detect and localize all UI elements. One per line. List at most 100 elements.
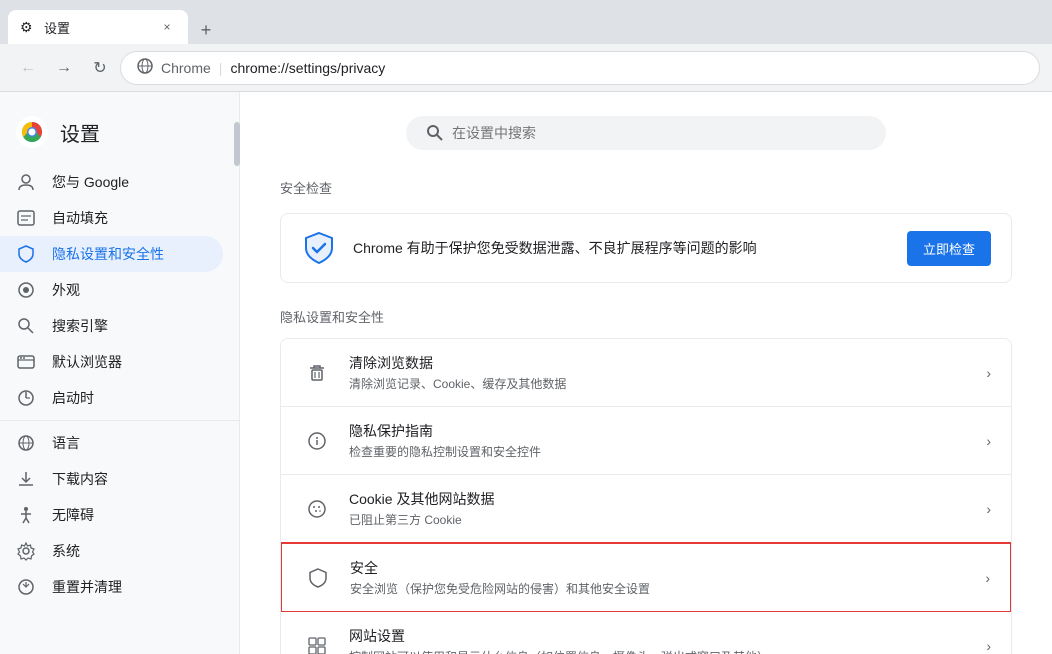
clear-browsing-sub: 清除浏览记录、Cookie、缓存及其他数据	[349, 375, 970, 392]
address-bar-icon	[137, 58, 153, 77]
security-content: 安全 安全浏览（保护您免受危险网站的侵害）和其他安全设置	[350, 558, 969, 597]
arrow-icon-1: ›	[986, 433, 991, 449]
startup-icon	[16, 388, 36, 408]
tab-title: 设置	[44, 18, 150, 37]
sidebar: 设置 您与 Google 自动填充 隐私设置和安全性 外观	[0, 92, 240, 654]
new-tab-button[interactable]: +	[192, 16, 220, 44]
site-settings-icon	[301, 630, 333, 654]
privacy-guide-sub: 检查重要的隐私控制设置和安全控件	[349, 443, 970, 460]
sidebar-item-reset[interactable]: 重置并清理	[0, 569, 223, 605]
accessibility-icon	[16, 505, 36, 525]
trash-icon	[301, 357, 333, 389]
security-icon	[302, 562, 334, 594]
sidebar-title: 设置	[60, 118, 100, 147]
arrow-icon-0: ›	[986, 365, 991, 381]
sidebar-item-search[interactable]: 搜索引擎	[0, 308, 223, 344]
list-item-cookies[interactable]: Cookie 及其他网站数据 已阻止第三方 Cookie ›	[281, 475, 1011, 543]
list-item-security[interactable]: 安全 安全浏览（保护您免受危险网站的侵害）和其他安全设置 ›	[280, 542, 1012, 613]
chrome-logo	[16, 116, 48, 148]
sidebar-item-label-system: 系统	[52, 541, 80, 561]
clear-browsing-title: 清除浏览数据	[349, 353, 970, 373]
forward-icon: →	[56, 59, 72, 77]
list-item-site-settings[interactable]: 网站设置 控制网站可以使用和显示什么信息（如位置信息、摄像头、弹出式窗口及其他）…	[281, 612, 1011, 654]
sidebar-item-label-privacy: 隐私设置和安全性	[52, 244, 164, 264]
sidebar-item-label-autofill: 自动填充	[52, 208, 108, 228]
search-bar[interactable]	[406, 116, 886, 150]
cookies-icon	[301, 493, 333, 525]
privacy-guide-title: 隐私保护指南	[349, 421, 970, 441]
site-settings-sub: 控制网站可以使用和显示什么信息（如位置信息、摄像头、弹出式窗口及其他）	[349, 648, 970, 654]
sidebar-item-downloads[interactable]: 下载内容	[0, 461, 223, 497]
cookies-content: Cookie 及其他网站数据 已阻止第三方 Cookie	[349, 489, 970, 528]
clear-browsing-content: 清除浏览数据 清除浏览记录、Cookie、缓存及其他数据	[349, 353, 970, 392]
sidebar-item-accessibility[interactable]: 无障碍	[0, 497, 223, 533]
shield-privacy-icon	[16, 244, 36, 264]
sidebar-item-label-search: 搜索引擎	[52, 316, 108, 336]
tab-bar: ⚙ 设置 × +	[0, 0, 1052, 44]
search-icon	[426, 124, 444, 142]
reload-button[interactable]: ↻	[84, 52, 116, 84]
autofill-icon	[16, 208, 36, 228]
sidebar-item-label-browser: 默认浏览器	[52, 352, 122, 372]
search-area	[280, 116, 1012, 150]
download-icon	[16, 469, 36, 489]
forward-button[interactable]: →	[48, 52, 80, 84]
reload-icon: ↻	[93, 58, 106, 78]
safety-check-button[interactable]: 立即检查	[907, 231, 991, 266]
sidebar-divider	[0, 420, 239, 421]
arrow-icon-3: ›	[985, 570, 990, 586]
system-icon	[16, 541, 36, 561]
back-icon: ←	[20, 59, 36, 77]
languages-icon	[16, 433, 36, 453]
sidebar-header: 设置	[0, 108, 239, 164]
privacy-section-title: 隐私设置和安全性	[280, 307, 1012, 326]
sidebar-item-privacy[interactable]: 隐私设置和安全性	[0, 236, 223, 272]
privacy-guide-icon	[301, 425, 333, 457]
tab-favicon: ⚙	[20, 19, 36, 35]
safety-check-title: 安全检查	[280, 178, 1012, 197]
toolbar: ← → ↻ Chrome | chrome://settings/privacy	[0, 44, 1052, 92]
sidebar-item-google[interactable]: 您与 Google	[0, 164, 223, 200]
safety-shield-icon	[301, 230, 337, 266]
app-body: 设置 您与 Google 自动填充 隐私设置和安全性 外观	[0, 92, 1052, 654]
back-button[interactable]: ←	[12, 52, 44, 84]
active-tab[interactable]: ⚙ 设置 ×	[8, 10, 188, 44]
cookies-title: Cookie 及其他网站数据	[349, 489, 970, 509]
address-url: chrome://settings/privacy	[230, 60, 1023, 76]
safety-check-card: Chrome 有助于保护您免受数据泄露、不良扩展程序等问题的影响 立即检查	[280, 213, 1012, 283]
sidebar-item-label-google: 您与 Google	[52, 172, 129, 192]
security-sub: 安全浏览（保护您免受危险网站的侵害）和其他安全设置	[350, 580, 969, 597]
reset-icon	[16, 577, 36, 597]
site-settings-content: 网站设置 控制网站可以使用和显示什么信息（如位置信息、摄像头、弹出式窗口及其他）	[349, 626, 970, 654]
privacy-guide-content: 隐私保护指南 检查重要的隐私控制设置和安全控件	[349, 421, 970, 460]
address-separator: |	[219, 60, 223, 76]
sidebar-item-label-accessibility: 无障碍	[52, 505, 94, 525]
search-input[interactable]	[452, 125, 866, 141]
sidebar-item-label-startup: 启动时	[52, 388, 94, 408]
search-sidebar-icon	[16, 316, 36, 336]
arrow-icon-4: ›	[986, 638, 991, 654]
security-title: 安全	[350, 558, 969, 578]
sidebar-item-system[interactable]: 系统	[0, 533, 223, 569]
main-content: 安全检查 Chrome 有助于保护您免受数据泄露、不良扩展程序等问题的影响 立即…	[240, 92, 1052, 654]
sidebar-item-autofill[interactable]: 自动填充	[0, 200, 223, 236]
sidebar-item-default-browser[interactable]: 默认浏览器	[0, 344, 223, 380]
privacy-list: 清除浏览数据 清除浏览记录、Cookie、缓存及其他数据 › 隐私保护指南 检查…	[280, 338, 1012, 654]
sidebar-item-label-downloads: 下载内容	[52, 469, 108, 489]
tab-close-button[interactable]: ×	[158, 18, 176, 36]
sidebar-item-appearance[interactable]: 外观	[0, 272, 223, 308]
sidebar-item-label-appearance: 外观	[52, 280, 80, 300]
address-bar[interactable]: Chrome | chrome://settings/privacy	[120, 51, 1040, 85]
browser-icon	[16, 352, 36, 372]
sidebar-item-startup[interactable]: 启动时	[0, 380, 223, 416]
address-brand: Chrome	[161, 60, 211, 76]
site-settings-title: 网站设置	[349, 626, 970, 646]
list-item-clear-browsing[interactable]: 清除浏览数据 清除浏览记录、Cookie、缓存及其他数据 ›	[281, 339, 1011, 407]
arrow-icon-2: ›	[986, 501, 991, 517]
browser-window: ⚙ 设置 × + ← → ↻ Chrome | chrome://setting…	[0, 0, 1052, 92]
sidebar-item-label-reset: 重置并清理	[52, 577, 122, 597]
appearance-icon	[16, 280, 36, 300]
sidebar-item-languages[interactable]: 语言	[0, 425, 223, 461]
person-icon	[16, 172, 36, 192]
list-item-privacy-guide[interactable]: 隐私保护指南 检查重要的隐私控制设置和安全控件 ›	[281, 407, 1011, 475]
